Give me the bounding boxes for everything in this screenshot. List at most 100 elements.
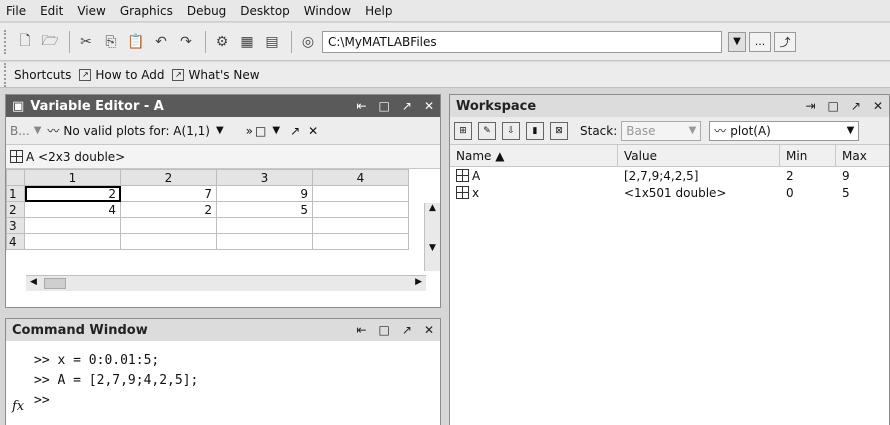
help-icon[interactable]: ◎ — [297, 31, 319, 53]
menu-help[interactable]: Help — [365, 4, 392, 18]
table-row[interactable]: A [2,7,9;4,2,5] 2 9 — [450, 167, 889, 184]
variable-select[interactable]: B... — [10, 124, 30, 138]
column-header[interactable]: 4 — [312, 169, 409, 186]
import-data-icon[interactable]: ⇩ — [502, 121, 520, 140]
max-column-header[interactable]: Max — [836, 145, 888, 166]
pin-icon[interactable]: ↗ — [402, 99, 412, 113]
scroll-left-icon[interactable]: ◀ — [30, 277, 37, 287]
menu-debug[interactable]: Debug — [187, 4, 226, 18]
guide-icon[interactable]: ▦ — [236, 31, 258, 53]
value-column-header[interactable]: Value — [618, 145, 780, 166]
scroll-up-icon[interactable]: ▲ — [425, 203, 440, 213]
grid-cell[interactable]: 9 — [216, 185, 313, 202]
whats-new-link[interactable]: ↗ What's New — [172, 68, 260, 82]
scroll-right-icon[interactable]: ▶ — [415, 277, 422, 287]
copy-icon[interactable]: ⎘ — [100, 31, 122, 53]
delete-variable-icon[interactable]: ⊠ — [550, 121, 568, 140]
open-file-icon[interactable]: 🗁 — [39, 31, 61, 53]
grid-cell[interactable] — [24, 233, 121, 250]
window-select-dropdown-icon[interactable]: ▼ — [272, 125, 280, 136]
grid-cell[interactable]: 7 — [120, 185, 217, 202]
row-header[interactable]: 1 — [6, 185, 25, 202]
how-to-add-link[interactable]: ↗ How to Add — [79, 68, 164, 82]
cut-icon[interactable]: ✂ — [75, 31, 97, 53]
pin-icon[interactable]: ↗ — [402, 323, 412, 337]
new-file-icon[interactable]: 🗋 — [14, 31, 36, 53]
menu-file[interactable]: File — [6, 4, 26, 18]
row-header[interactable]: 3 — [6, 217, 25, 234]
menu-graphics[interactable]: Graphics — [120, 4, 173, 18]
grid-cell[interactable]: 4 — [24, 201, 121, 218]
dock-icon[interactable]: ⇥ — [805, 99, 815, 113]
grid-cell[interactable] — [120, 217, 217, 234]
undo-icon[interactable]: ↶ — [150, 31, 172, 53]
browse-folder-button[interactable]: ... — [749, 31, 771, 52]
function-browser-icon[interactable]: fx — [12, 399, 24, 414]
window-select-icon[interactable]: □ — [255, 124, 266, 138]
table-row[interactable]: x <1x501 double> 0 5 — [450, 184, 889, 201]
scroll-thumb[interactable] — [44, 278, 66, 289]
profiler-icon[interactable]: ▤ — [261, 31, 283, 53]
grid-cell[interactable] — [312, 217, 409, 234]
stack-dropdown-icon[interactable]: ▼ — [689, 125, 697, 136]
column-header[interactable]: 3 — [216, 169, 313, 186]
column-header[interactable]: 2 — [120, 169, 217, 186]
vertical-scrollbar[interactable]: ▲ ▼ — [424, 203, 440, 271]
command-window-text[interactable]: >> x = 0:0.01:5; >> A = [2,7,9;4,2,5]; >… — [6, 341, 440, 411]
menu-window[interactable]: Window — [304, 4, 351, 18]
maximize-icon[interactable]: □ — [828, 99, 839, 113]
horizontal-scrollbar[interactable]: ◀ ▶ — [26, 275, 426, 291]
grid-cell[interactable] — [216, 217, 313, 234]
menu-edit[interactable]: Edit — [40, 4, 63, 18]
min-column-header[interactable]: Min — [780, 145, 836, 166]
row-header[interactable]: 2 — [6, 201, 25, 218]
grid-cell[interactable] — [120, 233, 217, 250]
current-folder-input[interactable]: C:\MyMATLABFiles — [322, 30, 722, 53]
close-icon[interactable]: ✕ — [873, 99, 883, 113]
grid-cell[interactable] — [216, 233, 313, 250]
undock-icon[interactable]: ⇤ — [356, 323, 366, 337]
grid-cell[interactable]: 2 — [120, 201, 217, 218]
redo-icon[interactable]: ↷ — [175, 31, 197, 53]
plot-dropdown-icon[interactable]: ▼ — [847, 125, 855, 136]
toolbar-grip[interactable] — [4, 29, 8, 54]
undock-icon[interactable]: ⇤ — [356, 99, 366, 113]
menu-desktop[interactable]: Desktop — [240, 4, 290, 18]
plot-select[interactable]: 〰 plot(A) ▼ — [709, 120, 860, 141]
menu-view[interactable]: View — [77, 4, 105, 18]
name-column-header[interactable]: Name ▲ — [450, 145, 618, 166]
grid-cell[interactable] — [312, 233, 409, 250]
maximize-icon[interactable]: □ — [379, 323, 390, 337]
new-variable-icon[interactable]: ⊞ — [454, 121, 472, 140]
variable-name-cell[interactable]: x — [450, 184, 618, 201]
close-icon[interactable]: ✕ — [424, 99, 434, 113]
open-variable-icon[interactable]: ✎ — [478, 121, 496, 140]
column-header[interactable]: 1 — [24, 169, 121, 186]
close-toolbar-icon[interactable]: ✕ — [308, 124, 318, 138]
close-icon[interactable]: ✕ — [424, 323, 434, 337]
pin-icon[interactable]: ↗ — [851, 99, 861, 113]
plot-icon[interactable]: 〰 — [47, 122, 59, 139]
paste-icon[interactable]: 📋 — [125, 31, 147, 53]
grid-cell[interactable]: 5 — [216, 201, 313, 218]
grid-cell[interactable] — [312, 201, 409, 218]
up-folder-icon[interactable]: ⤴ — [774, 31, 796, 52]
shortcuts-menu[interactable]: Shortcuts — [14, 68, 71, 82]
row-header[interactable]: 4 — [6, 233, 25, 250]
grid-cell[interactable]: 2 — [24, 185, 121, 202]
plot-selector-dropdown-icon[interactable]: ▼ — [216, 125, 224, 136]
grid-cell[interactable] — [312, 185, 409, 202]
overflow-chevron-icon[interactable]: » — [246, 124, 253, 138]
simulink-icon[interactable]: ⚙ — [211, 31, 233, 53]
folder-dropdown-icon[interactable]: ▼ — [728, 31, 746, 52]
plot-selector[interactable]: No valid plots for: A(1,1) — [63, 124, 210, 138]
variable-name-cell[interactable]: A — [450, 167, 618, 184]
stack-select[interactable]: Base ▼ — [621, 120, 702, 141]
shortcuts-grip[interactable] — [4, 62, 8, 87]
pin-toolbar-icon[interactable]: ↗ — [290, 124, 300, 138]
command-prompt[interactable]: >> — [34, 391, 432, 411]
maximize-icon[interactable]: □ — [379, 99, 390, 113]
save-workspace-icon[interactable]: ▮ — [526, 121, 544, 140]
variable-select-dropdown-icon[interactable]: ▼ — [34, 125, 42, 136]
grid-cell[interactable] — [24, 217, 121, 234]
